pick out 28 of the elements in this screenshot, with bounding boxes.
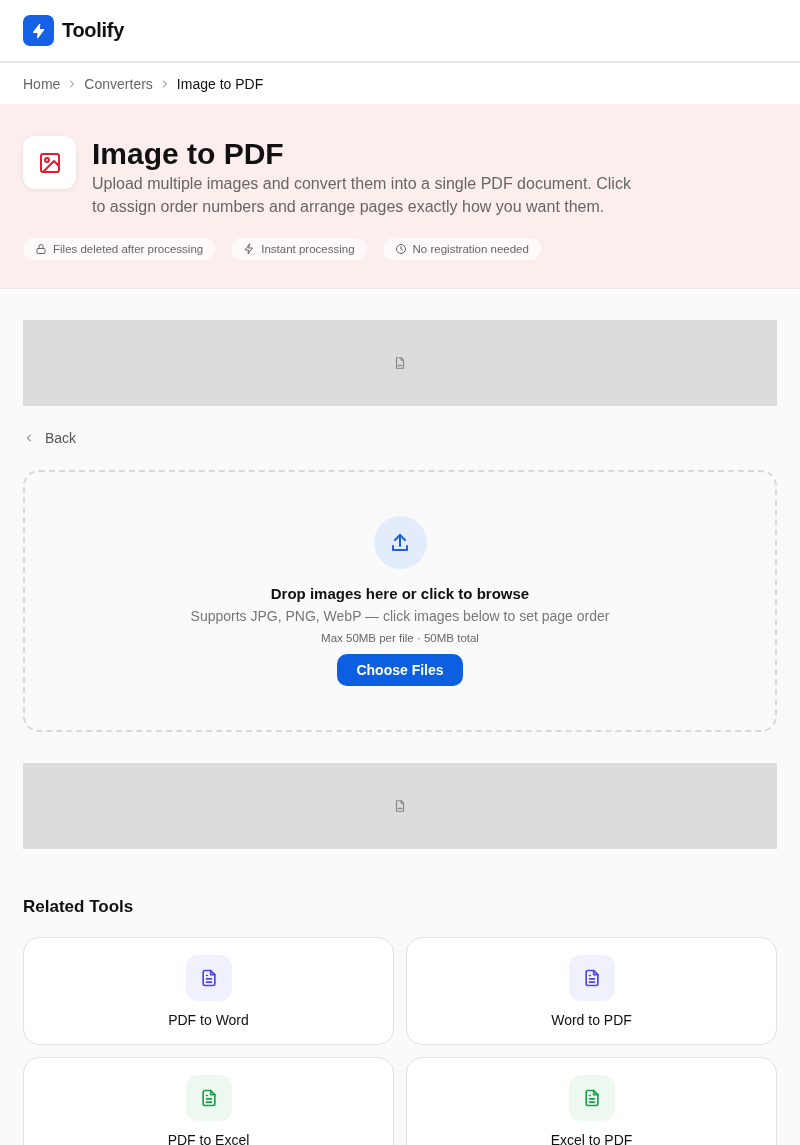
tool-card[interactable]: PDF to Word xyxy=(23,937,394,1045)
dropzone-subtitle: Supports JPG, PNG, WebP — click images below to set page order xyxy=(190,608,610,624)
tool-card[interactable]: Excel to PDF xyxy=(406,1057,777,1145)
lightning-icon xyxy=(243,243,256,255)
tool-card[interactable]: PDF to Excel xyxy=(23,1057,394,1145)
breadcrumb-link[interactable]: Home xyxy=(23,75,61,92)
size-limits: Max 50MB per file · 50MB total xyxy=(321,632,479,644)
dropzone-title: Drop images here or click to browse xyxy=(270,585,530,602)
tool-card[interactable]: Word to PDF xyxy=(406,937,777,1045)
breadcrumb-current: Image to PDF xyxy=(176,75,264,92)
breadcrumb-link[interactable]: Converters xyxy=(84,75,153,92)
clock-icon xyxy=(394,243,407,255)
back-link[interactable]: Back xyxy=(23,430,77,446)
page-title: Image to PDF xyxy=(92,136,285,172)
lock-icon xyxy=(35,243,47,255)
image-glyph-icon xyxy=(37,150,62,175)
broken-image-icon xyxy=(393,798,407,814)
choose-files-button[interactable]: Choose Files xyxy=(337,654,463,686)
logo-text[interactable]: Toolify xyxy=(62,19,124,42)
section-title: Related Tools xyxy=(23,897,135,917)
badge-label: Instant processing xyxy=(261,243,355,255)
upload-dropzone[interactable]: Drop images here or click to browse Supports JPG, PNG, WebP — click images below to set page order Max 50MB per file · 50MB total Choose Files xyxy=(23,470,777,732)
badge-label: Files deleted after processing xyxy=(53,243,204,255)
page-description: Upload multiple images and convert them into a single PDF document. Click to assign order numbers and arrange pages exactly how you want them. xyxy=(92,174,632,217)
broken-image-icon xyxy=(393,355,407,371)
logo-icon[interactable] xyxy=(23,15,54,46)
lightning-icon xyxy=(30,22,47,39)
badge-label: No registration needed xyxy=(412,243,529,255)
